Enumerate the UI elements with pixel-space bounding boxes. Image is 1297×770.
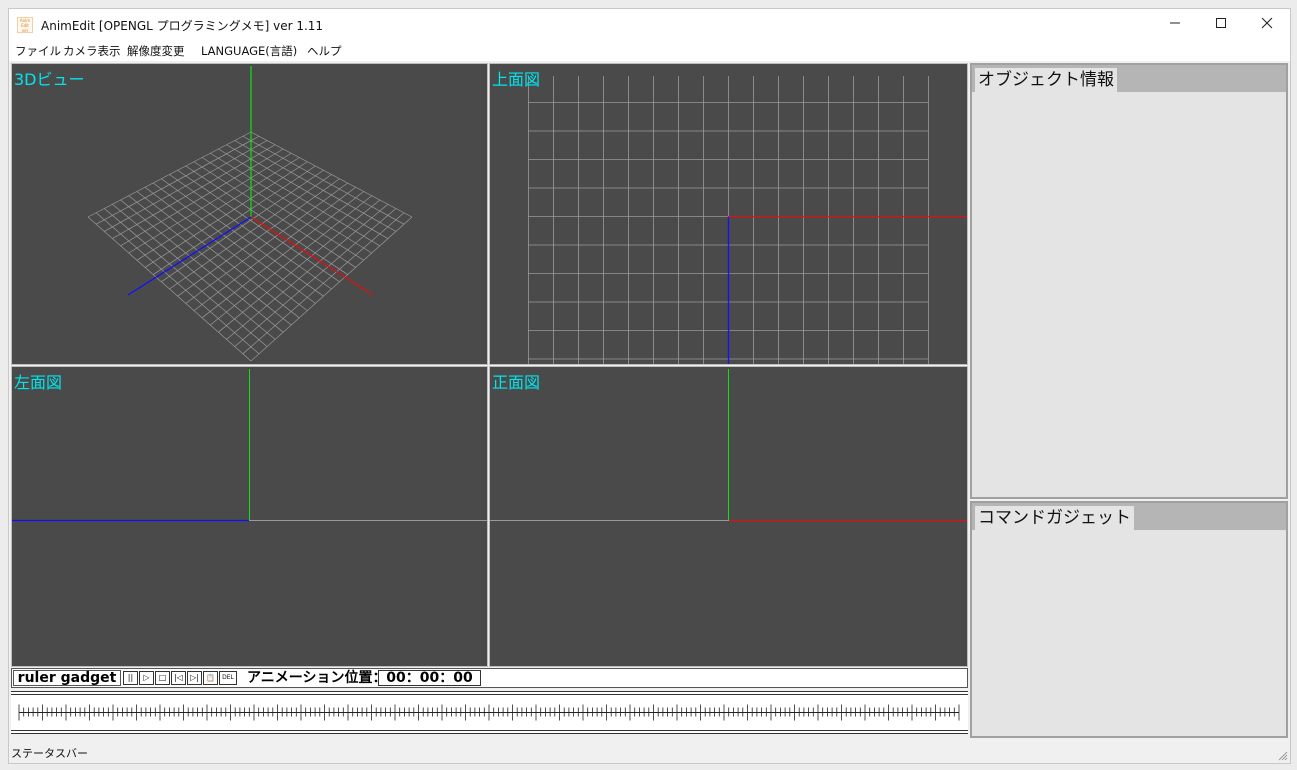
window-title: AnimEdit [OPENGL プログラミングメモ] ver 1.11 — [41, 19, 324, 33]
status-bar: ステータスバー — [9, 741, 1290, 763]
app-window: Anim Edit ver AnimEdit [OPENGL プログラミングメモ… — [8, 8, 1291, 764]
clipboard-icon: 📋 — [206, 674, 215, 682]
ruler-gadget-title: ruler gadget — [13, 670, 121, 686]
title-bar[interactable]: Anim Edit ver AnimEdit [OPENGL プログラミングメモ… — [9, 9, 1290, 41]
top-view-grid — [528, 76, 967, 364]
stop-icon: □ — [158, 673, 167, 682]
next-frame-button[interactable]: ▷| — [187, 671, 202, 685]
close-icon — [1261, 17, 1273, 29]
delete-icon: DEL — [222, 674, 234, 681]
viewport-front[interactable]: 正面図 — [489, 366, 968, 667]
front-view-axes — [490, 369, 967, 522]
menu-camera-view[interactable]: カメラ表示 — [63, 43, 121, 59]
timeline-ruler[interactable] — [11, 691, 968, 734]
menu-file[interactable]: ファイル — [15, 43, 61, 59]
object-info-panel: オブジェクト情報 — [970, 63, 1288, 499]
status-text: ステータスバー — [11, 747, 88, 760]
object-info-title: オブジェクト情報 — [975, 68, 1117, 92]
next-frame-icon: ▷| — [190, 673, 199, 682]
grid-line — [250, 216, 413, 362]
ruler-ticks — [18, 704, 960, 721]
viewport-3d[interactable]: 3Dビュー — [11, 63, 488, 365]
prev-frame-icon: |◁ — [174, 673, 183, 682]
prev-frame-button[interactable]: |◁ — [171, 671, 186, 685]
grid-line — [242, 135, 405, 225]
animation-position-value: 00：00：00 — [378, 670, 481, 686]
animation-position-label: アニメーション位置： — [247, 670, 387, 686]
menu-resolution[interactable]: 解像度変更 — [127, 43, 185, 59]
menu-help[interactable]: ヘルプ — [307, 43, 342, 59]
menu-language[interactable]: LANGUAGE(言語) — [201, 43, 297, 59]
grid-line — [242, 212, 405, 355]
viewport-left-label: 左面図 — [14, 373, 63, 392]
close-button[interactable] — [1244, 9, 1290, 41]
command-gadget-panel: コマンドガジェット — [970, 501, 1288, 738]
maximize-icon — [1216, 18, 1226, 28]
stop-button[interactable]: □ — [155, 671, 170, 685]
menu-bar: ファイル カメラ表示 解像度変更 LANGUAGE(言語) ヘルプ — [9, 41, 1290, 61]
animedit-app-icon: Anim Edit ver — [17, 17, 33, 33]
play-button[interactable]: ▷ — [139, 671, 154, 685]
play-icon: ▷ — [143, 673, 150, 682]
viewport-3d-label: 3Dビュー — [14, 70, 85, 89]
delete-button[interactable]: DEL — [219, 671, 237, 685]
viewport-top-label: 上面図 — [492, 70, 541, 89]
pause-icon: || — [127, 673, 134, 682]
minimize-button[interactable] — [1152, 9, 1198, 41]
viewport-top[interactable]: 上面図 — [489, 63, 968, 365]
clipboard-button[interactable]: 📋 — [203, 671, 218, 685]
resize-grip-icon[interactable] — [1276, 749, 1288, 761]
command-gadget-title: コマンドガジェット — [975, 506, 1134, 530]
viewport-left[interactable]: 左面図 — [11, 366, 488, 667]
ruler-gadget-bar: ruler gadget || ▷ □ |◁ ▷| 📋 DEL アニメーション位… — [11, 668, 968, 688]
perspective-grid — [87, 66, 413, 362]
minimize-icon — [1170, 22, 1180, 24]
pause-button[interactable]: || — [123, 671, 138, 685]
viewport-front-label: 正面図 — [492, 373, 541, 392]
left-view-axes — [12, 369, 487, 522]
maximize-button[interactable] — [1198, 9, 1244, 41]
